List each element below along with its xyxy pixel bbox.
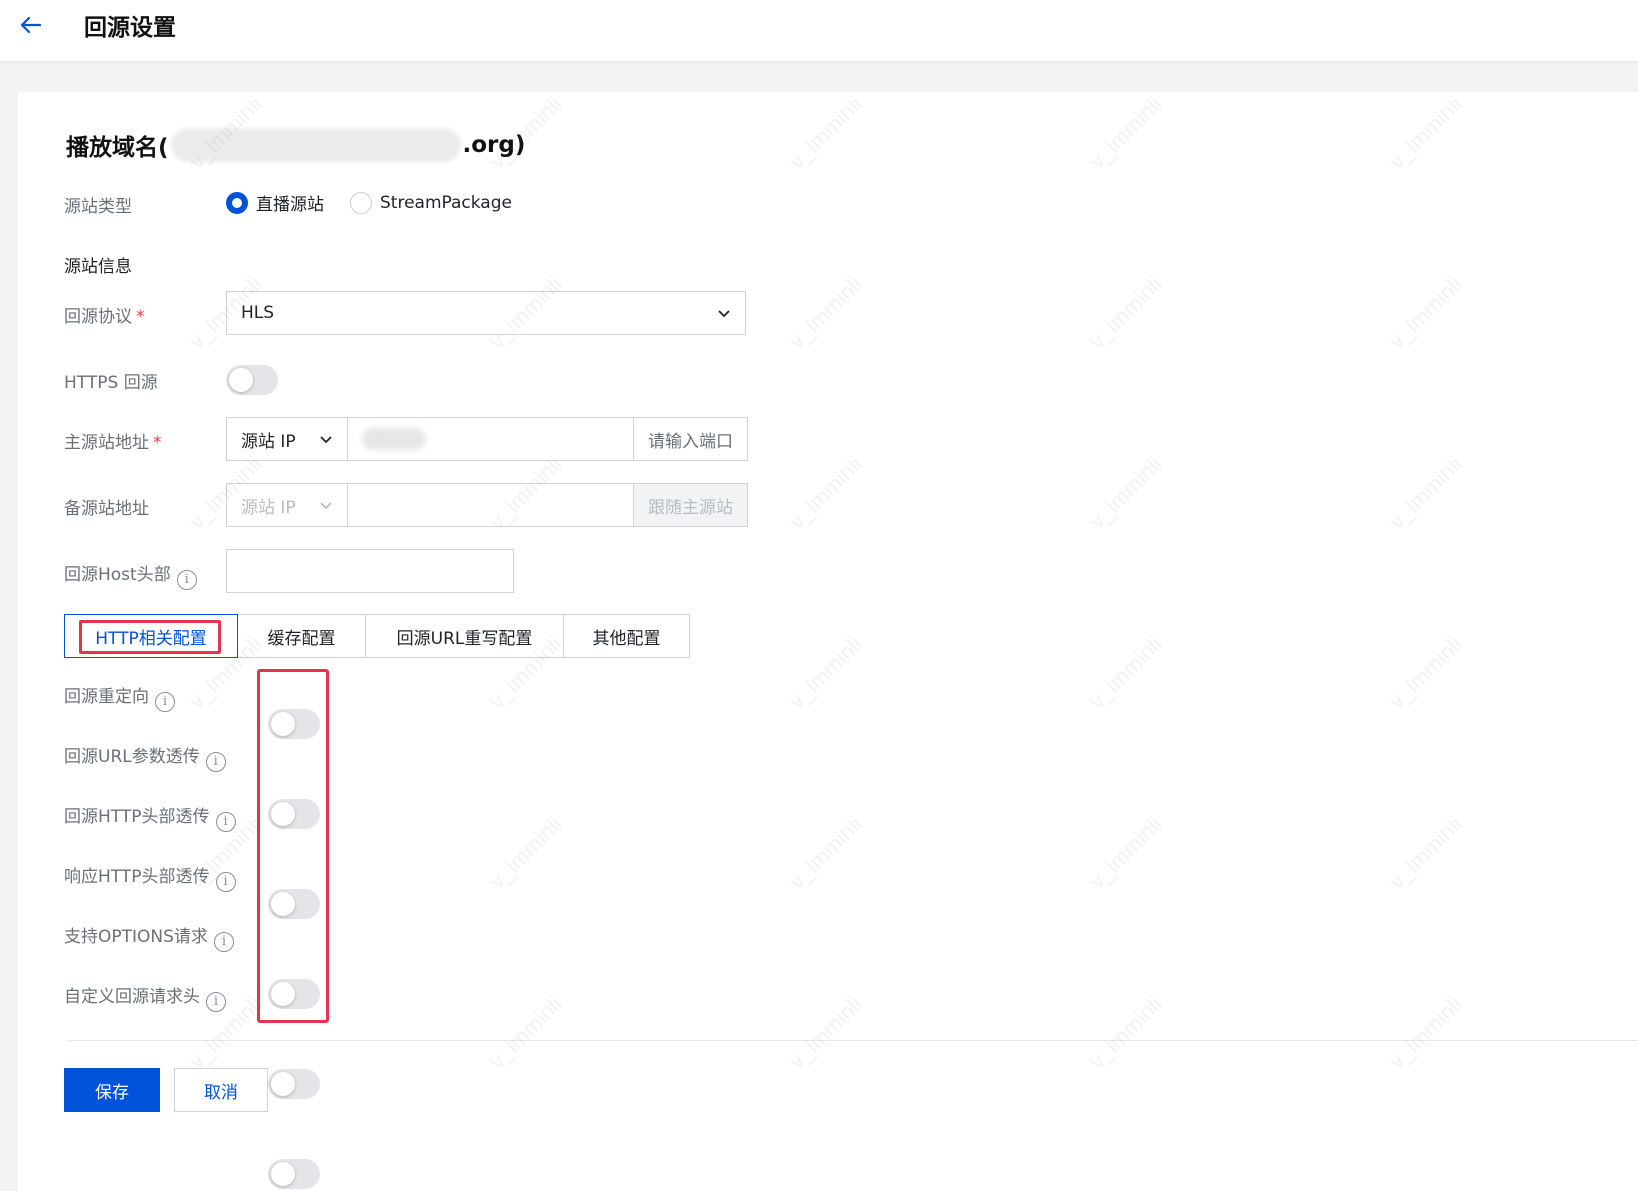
tab-url-rewrite-config[interactable]: 回源URL重写配置 xyxy=(366,614,564,658)
https-origin-label: HTTPS 回源 xyxy=(64,373,158,393)
protocol-label: 回源协议 * xyxy=(64,302,145,327)
info-icon[interactable]: i xyxy=(215,812,236,832)
https-origin-toggle[interactable] xyxy=(226,365,278,395)
primary-port-input[interactable]: 请输入端口 xyxy=(633,418,747,460)
domain-title-suffix: .org) xyxy=(462,132,526,158)
host-header-input[interactable] xyxy=(226,549,514,593)
setting-label-text: 回源HTTP头部透传 xyxy=(64,807,210,827)
redacted-ip xyxy=(362,428,426,450)
primary-address-group: 源站 IP 请输入端口 xyxy=(226,417,748,461)
setting-label-text: 回源URL参数透传 xyxy=(64,747,200,767)
toggle-options[interactable] xyxy=(268,1069,320,1099)
protocol-label-text: 回源协议 xyxy=(64,307,132,327)
footer-divider xyxy=(66,1040,1638,1041)
primary-address-type-select[interactable]: 源站 IP xyxy=(227,418,347,460)
toggle-custom-headers[interactable] xyxy=(268,1159,320,1189)
setting-label-url-params: 回源URL参数透传 i xyxy=(64,742,226,772)
tab-http-config[interactable]: HTTP相关配置 xyxy=(64,614,238,658)
tab-other-config[interactable]: 其他配置 xyxy=(564,614,690,658)
backup-address-group: 源站 IP 跟随主源站 xyxy=(226,483,748,527)
chevron-down-icon xyxy=(320,502,332,510)
required-mark: * xyxy=(136,307,145,327)
setting-label-options: 支持OPTIONS请求 i xyxy=(64,922,234,952)
tab-cache-config[interactable]: 缓存配置 xyxy=(238,614,366,658)
setting-label-text: 回源重定向 xyxy=(64,687,149,707)
page-title: 回源设置 xyxy=(84,15,176,41)
radio-live-origin-label[interactable]: 直播源站 xyxy=(256,190,324,215)
backup-address-type-select[interactable]: 源站 IP xyxy=(227,484,347,526)
radio-streampackage-label[interactable]: StreamPackage xyxy=(380,193,512,213)
host-header-label-text: 回源Host头部 xyxy=(64,565,171,585)
chevron-down-icon xyxy=(320,436,332,444)
tab-highlight-box xyxy=(79,620,221,654)
config-tabs: HTTP相关配置 缓存配置 回源URL重写配置 其他配置 xyxy=(64,614,690,658)
arrow-left-icon[interactable] xyxy=(18,12,44,38)
domain-title-prefix: 播放域名( xyxy=(66,135,169,161)
required-mark: * xyxy=(153,433,162,453)
info-icon[interactable]: i xyxy=(215,872,236,892)
backup-port-field: 跟随主源站 xyxy=(633,484,747,526)
protocol-select[interactable]: HLS xyxy=(226,291,746,335)
save-button[interactable]: 保存 xyxy=(64,1068,160,1112)
top-bar: 回源设置 xyxy=(0,0,1638,62)
toggle-highlight-box xyxy=(257,669,329,1023)
origin-type-label: 源站类型 xyxy=(64,197,132,217)
primary-address-label-text: 主源站地址 xyxy=(64,433,149,453)
settings-card: 播放域名( .org) 源站类型 直播源站 StreamPackage 源站信息… xyxy=(18,92,1638,1191)
origin-info-heading: 源站信息 xyxy=(64,257,132,277)
setting-label-origin-headers: 回源HTTP头部透传 i xyxy=(64,802,236,832)
domain-title: 播放域名( .org) xyxy=(66,128,525,162)
protocol-select-value: HLS xyxy=(241,303,275,323)
origin-type-radio-group: 直播源站 StreamPackage xyxy=(226,190,538,215)
setting-label-text: 响应HTTP头部透传 xyxy=(64,867,210,887)
backup-address-label: 备源站地址 xyxy=(64,499,149,519)
primary-address-ip-input[interactable] xyxy=(347,418,633,460)
info-icon[interactable]: i xyxy=(213,932,234,952)
primary-address-type-value: 源站 IP xyxy=(241,431,296,452)
primary-address-label: 主源站地址 * xyxy=(64,428,162,453)
host-header-label: 回源Host头部 i xyxy=(64,560,197,590)
radio-streampackage[interactable] xyxy=(350,191,372,214)
info-icon[interactable]: i xyxy=(155,692,175,712)
radio-live-origin[interactable] xyxy=(226,191,248,214)
cancel-button[interactable]: 取消 xyxy=(174,1068,268,1112)
info-icon[interactable]: i xyxy=(176,570,197,590)
setting-label-text: 自定义回源请求头 xyxy=(64,987,200,1007)
setting-label-response-headers: 响应HTTP头部透传 i xyxy=(64,862,236,892)
setting-label-text: 支持OPTIONS请求 xyxy=(64,927,208,947)
backup-address-ip-input[interactable] xyxy=(347,484,633,526)
setting-label-custom-headers: 自定义回源请求头 i xyxy=(64,982,226,1012)
redacted-domain xyxy=(170,128,461,162)
info-icon[interactable]: i xyxy=(205,752,226,772)
chevron-down-icon xyxy=(718,310,730,318)
backup-address-type-value: 源站 IP xyxy=(241,497,296,518)
info-icon[interactable]: i xyxy=(206,992,226,1012)
setting-label-redirect: 回源重定向 i xyxy=(64,682,175,712)
